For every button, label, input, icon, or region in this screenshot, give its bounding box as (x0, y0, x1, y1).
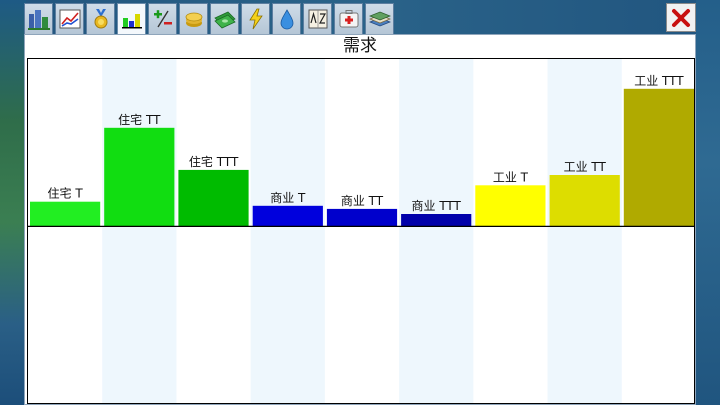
first-aid-icon (339, 10, 358, 28)
demand-bar (623, 88, 694, 227)
column-stripe (102, 59, 177, 403)
demand-bar (326, 208, 398, 227)
demand-bar (549, 175, 620, 227)
demand-bar (401, 214, 472, 227)
bar-label: 住宅 TT (118, 112, 161, 127)
tab-line-graph[interactable] (55, 3, 84, 34)
panel-title: 需求 (343, 36, 377, 56)
demand-bar (252, 205, 323, 227)
bar-label: 商业 TTT (412, 198, 462, 213)
column-stripe (399, 59, 474, 403)
tab-books[interactable] (365, 3, 394, 34)
column-stripe (250, 59, 325, 403)
tab-plus-minus[interactable] (148, 3, 177, 34)
tab-coins[interactable] (179, 3, 208, 34)
column-stripe (547, 59, 622, 403)
line-graph-icon (59, 9, 80, 29)
bar-label: 工业 T (493, 170, 529, 184)
demand-bar (475, 185, 546, 227)
map-background-right (696, 0, 720, 405)
dictionary-icon (308, 9, 327, 29)
close-button[interactable] (666, 3, 696, 32)
demand-bar-chart: 住宅 T 住宅 TT 住宅 TTT 商业 T 商业 TT 商业 TTT 工业 T 工业 TT 工… (28, 59, 694, 403)
tab-demand-chart[interactable] (117, 3, 146, 36)
tab-water[interactable] (272, 3, 301, 34)
bar-label: 工业 TT (564, 160, 607, 174)
bar-label: 住宅 T (48, 186, 84, 201)
tab-money[interactable] (210, 3, 239, 34)
close-icon (672, 8, 690, 27)
demand-bar (30, 201, 101, 227)
tab-dictionary[interactable] (303, 3, 332, 34)
bar-label: 住宅 TTT (189, 154, 239, 169)
demand-bar (104, 127, 175, 227)
tab-power[interactable] (241, 3, 270, 34)
demand-panel: 需求 住宅 T 住宅 TT 住宅 TTT 商业 T 商业 TT 商业 TTT 工业 T 工业 … (24, 34, 696, 405)
bar-label: 工业 TTT (634, 74, 684, 88)
city-icon (27, 10, 50, 30)
power-icon (248, 8, 263, 30)
plus-minus-icon (153, 10, 172, 28)
medal-icon (94, 9, 107, 29)
demand-bar (178, 169, 249, 227)
chart-area: 住宅 T 住宅 TT 住宅 TTT 商业 T 商业 TT 商业 TTT 工业 T 工业 TT 工… (27, 58, 695, 404)
tab-medal[interactable] (86, 3, 115, 34)
bar-label: 商业 T (270, 190, 306, 205)
books-icon (368, 11, 391, 27)
coins-icon (185, 12, 202, 27)
bar-label: 商业 TT (341, 193, 384, 208)
water-drop-icon (280, 9, 293, 30)
map-background-left (0, 0, 26, 405)
tab-city[interactable] (24, 3, 53, 34)
money-icon (213, 11, 236, 29)
toolbar (24, 3, 394, 36)
bar-chart-icon (121, 14, 142, 29)
tab-health[interactable] (334, 3, 363, 34)
